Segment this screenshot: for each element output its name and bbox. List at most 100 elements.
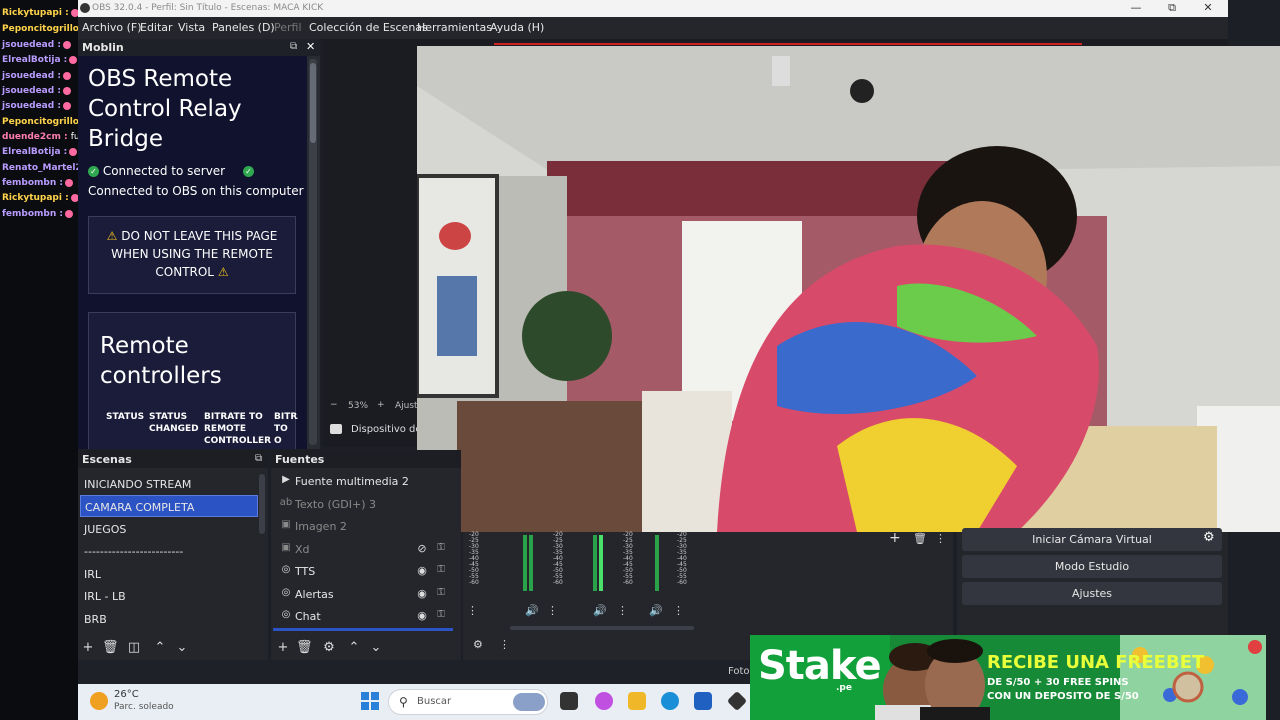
mixer-menu-icon[interactable]: ⋮ bbox=[547, 604, 558, 617]
menu-coleccion-escenas[interactable]: Colección de Escenas bbox=[309, 21, 428, 34]
remove-scene-icon[interactable]: 🗑 bbox=[102, 640, 119, 656]
store-icon[interactable] bbox=[694, 692, 712, 710]
sources-scroll-indicator bbox=[273, 628, 453, 631]
remove-transition-icon[interactable]: 🗑 bbox=[913, 532, 927, 545]
scene-item[interactable]: IRL bbox=[80, 563, 258, 585]
app-icon[interactable] bbox=[726, 690, 748, 712]
source-properties-icon[interactable]: ⚙ bbox=[321, 640, 337, 656]
scenes-scrollbar[interactable] bbox=[259, 474, 265, 534]
float-icon[interactable]: ⧉ bbox=[290, 41, 297, 52]
mixer-menu-icon[interactable]: ⋮ bbox=[617, 604, 628, 617]
audio-meter bbox=[653, 535, 671, 591]
scale-tick: -60 bbox=[553, 579, 563, 586]
scene-item[interactable]: BRB bbox=[80, 608, 258, 630]
source-item[interactable]: ◎ Chat ◉ ⚿ bbox=[277, 607, 453, 627]
source-item[interactable]: ab Texto (GDI+) 3 bbox=[277, 495, 453, 515]
menu-archivo[interactable]: Archivo (F) bbox=[82, 21, 142, 34]
menu-editar[interactable]: Editar bbox=[140, 21, 173, 34]
windows-start-icon[interactable] bbox=[361, 692, 379, 710]
menu-ayuda[interactable]: Ayuda (H) bbox=[490, 21, 544, 34]
source-label: TTS bbox=[295, 565, 316, 578]
chat-message: fembombn : bbox=[2, 209, 73, 219]
sources-dock: Fuentes ▶ Fuente multimedia 2 ab Texto (GDI… bbox=[271, 450, 461, 660]
move-down-icon[interactable]: ⌄ bbox=[368, 640, 384, 656]
emote-icon bbox=[70, 193, 78, 202]
add-transition-icon[interactable]: + bbox=[889, 530, 901, 546]
dock-close-icon[interactable]: ✕ bbox=[306, 40, 315, 53]
speaker-icon[interactable]: 🔊 bbox=[525, 604, 539, 617]
add-scene-icon[interactable]: + bbox=[80, 640, 96, 656]
menu-perfil[interactable]: Perfil bbox=[274, 21, 302, 34]
taskbar-search[interactable]: ⚲ Buscar bbox=[388, 689, 548, 715]
scene-filter-icon[interactable]: ◫ bbox=[126, 640, 142, 656]
maximize-icon[interactable]: ⧉ bbox=[1164, 1, 1180, 15]
remove-source-icon[interactable]: 🗑 bbox=[296, 640, 313, 656]
source-label: Texto (GDI+) 3 bbox=[295, 498, 377, 511]
mixer-menu-icon[interactable]: ⋮ bbox=[673, 604, 684, 617]
move-up-icon[interactable]: ⌃ bbox=[346, 640, 362, 656]
zoom-in-icon[interactable]: + bbox=[377, 400, 385, 410]
lock-icon[interactable]: ⚿ bbox=[435, 609, 447, 620]
task-view-icon[interactable] bbox=[560, 692, 578, 710]
file-explorer-icon[interactable] bbox=[628, 692, 646, 710]
scene-item[interactable]: CAMARA COMPLETA bbox=[80, 495, 258, 517]
visibility-eye-icon[interactable]: ◉ bbox=[415, 587, 429, 600]
mixer-menu-icon[interactable]: ⋮ bbox=[499, 638, 510, 651]
copilot-icon[interactable] bbox=[595, 692, 613, 710]
add-source-icon[interactable]: + bbox=[275, 640, 291, 656]
scene-item[interactable]: INICIANDO STREAM bbox=[80, 473, 258, 495]
zoom-out-icon[interactable]: − bbox=[330, 400, 338, 410]
speaker-icon[interactable]: 🔊 bbox=[649, 604, 663, 617]
virtual-camera-button[interactable]: Iniciar Cámara Virtual bbox=[962, 528, 1222, 551]
stake-ad-banner[interactable]: Stake .pe RECIBE UNA FREEBET DE S/50 + 3… bbox=[750, 635, 1266, 720]
scroll-thumb[interactable] bbox=[310, 63, 316, 143]
weather-icon[interactable] bbox=[90, 692, 108, 710]
audio-meter bbox=[521, 535, 539, 591]
source-item[interactable]: ◎ TTS ◉ ⚿ bbox=[277, 562, 453, 582]
chat-username: Renato_Martel20 : bbox=[2, 163, 78, 173]
moblin-scrollbar[interactable] bbox=[309, 59, 317, 445]
obs-logo-icon bbox=[80, 3, 90, 13]
virtual-camera-label: Iniciar Cámara Virtual bbox=[1032, 533, 1152, 546]
source-item[interactable]: ◎ Alertas ◉ ⚿ bbox=[277, 585, 453, 605]
visibility-eye-icon[interactable]: ◉ bbox=[415, 564, 429, 577]
lock-icon[interactable]: ⚿ bbox=[435, 564, 447, 575]
image-icon: ▣ bbox=[281, 519, 291, 530]
scene-item[interactable]: ------------------------- bbox=[80, 540, 258, 562]
close-icon[interactable]: ✕ bbox=[1200, 1, 1216, 14]
chat-username: fembombn : bbox=[2, 209, 63, 219]
scene-item[interactable]: IRL - LB bbox=[80, 585, 258, 607]
remote-controllers-title: Remote controllers bbox=[100, 333, 222, 389]
lock-icon[interactable]: ⚿ bbox=[435, 542, 447, 553]
minimize-icon[interactable]: — bbox=[1128, 1, 1144, 14]
source-item[interactable]: ▶ Fuente multimedia 2 bbox=[277, 472, 453, 492]
audio-settings-icon[interactable]: ⚙ bbox=[473, 638, 483, 651]
chat-message: jsouedead : bbox=[2, 86, 71, 96]
move-down-icon[interactable]: ⌄ bbox=[174, 640, 190, 656]
edge-icon[interactable] bbox=[661, 692, 679, 710]
source-item[interactable]: ▣ Imagen 2 bbox=[277, 517, 453, 537]
mixer-menu-icon[interactable]: ⋮ bbox=[467, 604, 478, 617]
stake-domain: .pe bbox=[836, 683, 852, 693]
move-up-icon[interactable]: ⌃ bbox=[152, 640, 168, 656]
source-item[interactable]: ▣ Xd ⊘ ⚿ bbox=[277, 540, 453, 560]
moblin-dock-header: Moblin ⧉ ✕ bbox=[78, 39, 320, 56]
settings-button[interactable]: Ajustes bbox=[962, 582, 1222, 605]
speaker-icon[interactable]: 🔊 bbox=[593, 604, 607, 617]
menu-vista[interactable]: Vista bbox=[178, 21, 205, 34]
virtual-camera-settings-icon[interactable]: ⚙ bbox=[1203, 530, 1215, 545]
menu-herramientas[interactable]: Herramientas bbox=[417, 21, 492, 34]
scene-item[interactable]: JUEGOS bbox=[80, 518, 258, 540]
dock-float-icon[interactable]: ⧉ bbox=[255, 453, 262, 464]
mixer-scrollbar[interactable] bbox=[510, 626, 694, 630]
emote-icon bbox=[62, 101, 71, 110]
menu-paneles[interactable]: Paneles (D) bbox=[212, 21, 275, 34]
hidden-eye-icon[interactable]: ⊘ bbox=[415, 542, 429, 555]
moblin-page: OBS Remote Control Relay Bridge ✓ Connec… bbox=[78, 56, 307, 449]
studio-mode-button[interactable]: Modo Estudio bbox=[962, 555, 1222, 578]
lock-icon[interactable]: ⚿ bbox=[435, 587, 447, 598]
visibility-eye-icon[interactable]: ◉ bbox=[415, 609, 429, 622]
chat-message: duende2cm : fuerza fuera bbox=[2, 132, 78, 142]
search-icon: ⚲ bbox=[399, 695, 408, 709]
transition-menu-icon[interactable]: ⋮ bbox=[935, 532, 946, 545]
